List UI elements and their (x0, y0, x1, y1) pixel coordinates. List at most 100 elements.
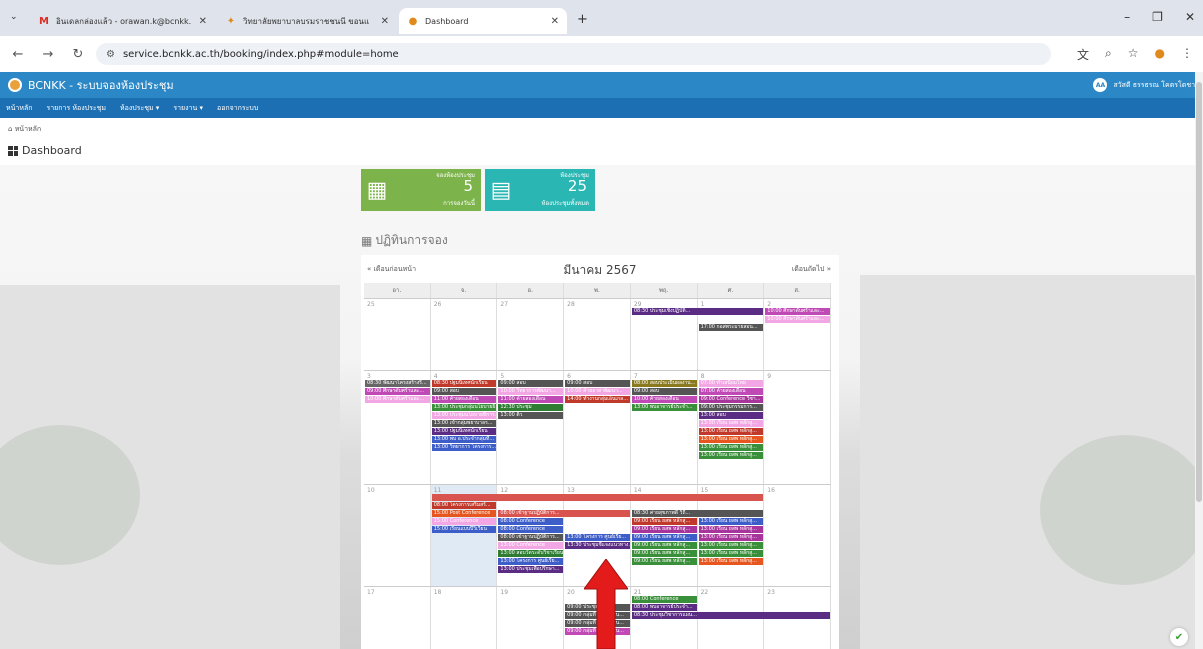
calendar-event[interactable]: 10:00 ศึกษาดับศร้าและ... (765, 316, 830, 323)
calendar-event[interactable]: 13:00 โครงการ ศูนย์เรีย... (498, 558, 564, 565)
menu-rooms[interactable]: ห้องประชุม ▾ (120, 103, 159, 114)
bookmark-star-icon[interactable]: ☆ (1128, 46, 1139, 63)
stat-bookings-today[interactable]: ▦ จองห้องประชุม 5 การจองวันนี้ (361, 169, 481, 211)
calendar-event[interactable]: 09:00 ประชุมกรรมการ... (698, 404, 764, 411)
calendar-event[interactable]: 13:00 ประชุมเพื่อปรึกษา... (498, 566, 564, 573)
calendar-event[interactable]: 09:00 สอบ (498, 380, 564, 387)
tab-college[interactable]: ✦ วิทยาลัยพยาบาลบรมราชชนนี ขอนแ ✕ (217, 8, 397, 34)
security-shield-icon[interactable]: ✔ (1170, 628, 1188, 646)
calendar-event[interactable]: 07:00 ค้ายสองเดือน (698, 388, 764, 395)
calendar-event[interactable]: 10:00 ศึกษาดับศร้าและ... (765, 308, 830, 315)
breadcrumb-home[interactable]: หน้าหลัก (15, 125, 41, 133)
calendar-event[interactable]: 08:00 เข้าฐานปฏิบัติการ... (498, 510, 630, 517)
user-menu[interactable]: AA สวัสดี ธรรธรณ โคตรโตชา (1093, 78, 1195, 92)
calendar-event[interactable]: 08:00 Conference (631, 596, 697, 603)
day-cell[interactable]: 16 (764, 485, 831, 586)
stat-rooms-total[interactable]: ▤ ห้องประชุม 25 ห้องประชุมทั้งหมด (485, 169, 595, 211)
calendar-event[interactable]: 17:00 กอสพระมายสอน... (698, 324, 764, 331)
calendar-event[interactable]: 13:00 เรียน ยสพ หลักสู... (698, 542, 764, 549)
close-window-icon[interactable]: ✕ (1185, 10, 1195, 24)
forward-icon[interactable]: → (36, 47, 60, 62)
calendar-event[interactable] (431, 494, 764, 501)
calendar-event[interactable]: 13:00 เรียน ยสพ หลักสู... (698, 452, 764, 459)
calendar-event[interactable]: 13:00 สอบวัดระดับวิชาเรียน (498, 550, 564, 557)
calendar-event[interactable]: 11:00 ค้ายสองเดือน (498, 396, 564, 403)
calendar-event[interactable]: 09:00 สอบ (631, 388, 697, 395)
calendar-event[interactable]: 13:00 ติว (498, 412, 564, 419)
calendar-event[interactable]: 15:00 เรียนแบบปีวิเวียน (431, 526, 497, 533)
calendar-event[interactable]: 08:30 ค่ายสุขภาพดี วิถี... (631, 510, 764, 517)
calendar-event[interactable]: 09:00 Conference วิชา... (698, 396, 764, 403)
calendar-event[interactable]: 09:00 เรียน ยสพ หลักสู... (631, 550, 697, 557)
calendar-event[interactable]: 09:00 ศึกษาดับศร้าและ... (365, 388, 430, 395)
calendar-event[interactable]: 12:30 ประชุม (498, 404, 564, 411)
calendar-event[interactable]: 08:00 Conference (498, 518, 564, 525)
calendar-event[interactable]: 13:00 เรียน ยสพ หลักสู... (698, 444, 764, 451)
calendar-event[interactable]: 13:00 เรียน ยสพ หลักสู... (698, 428, 764, 435)
calendar-event[interactable]: 14:00 ทำงานกลุ่มเอ็นเกล... (565, 396, 630, 403)
calendar-event[interactable]: 15:00 Conference (431, 518, 497, 525)
calendar-event[interactable]: 11:00 ค้ายสองเดือน (431, 396, 497, 403)
close-tab-icon[interactable]: ✕ (199, 16, 207, 27)
calendar-event[interactable]: 07:00 ทำเสนียมไทย (698, 380, 764, 387)
reload-icon[interactable]: ↻ (66, 47, 90, 62)
calendar-event[interactable]: 09:00 เรียน ยสพ หลักสู... (631, 518, 697, 525)
calendar-event[interactable]: 08:30 ประชุมวิชาการแผน... (631, 612, 830, 619)
day-cell[interactable]: 9 (764, 371, 831, 484)
calendar-event[interactable]: 13:00 เรียน ยสพ หลักสู... (698, 526, 764, 533)
calendar-event[interactable]: 08:00 เข้าฐานปฏิบัติการ... (498, 534, 564, 541)
calendar-event[interactable]: 13:00 โครงการ ศูนย์เรีย... (565, 534, 630, 541)
logo[interactable] (8, 78, 22, 92)
calendar-event[interactable]: 13:00 เรียน ยสพ หลักสู... (698, 420, 764, 427)
calendar-event[interactable]: 08:00 พบอาจารย์ประจำ... (631, 604, 697, 611)
close-tab-icon[interactable]: ✕ (381, 16, 389, 27)
calendar-event[interactable]: 13:00 ปฐมนิเทศนักเรียน (431, 428, 497, 435)
calendar-event[interactable]: 10:00 ศึกษาดับศร้าและ... (365, 396, 430, 403)
calendar-event[interactable]: 13:00 เรียน ยสพ หลักสู... (698, 558, 764, 565)
calendar-event[interactable]: 09:00 เรียน ยสพ หลักสู... (631, 542, 697, 549)
calendar-event[interactable]: 13:00 เข้ากลุ่มพยาบาลร... (431, 420, 497, 427)
calendar-event[interactable]: 15:00 Post Conference (431, 510, 497, 517)
calendar-event[interactable]: 08:30 ปฐมนิเทศนักเรียน (431, 380, 497, 387)
menu-kebab-icon[interactable]: ⋮ (1181, 46, 1193, 63)
calendar-event[interactable]: 10:00 วิทยาการพัฒนา... (498, 388, 564, 395)
minimize-icon[interactable]: – (1124, 10, 1130, 24)
calendar-event[interactable]: 08:00 สอบประเมินผลงาน... (631, 380, 697, 387)
close-tab-icon[interactable]: ✕ (551, 16, 559, 27)
page-scrollbar[interactable] (1195, 72, 1203, 649)
calendar-event[interactable]: 13:00 เรียน ยสพ หลักสู... (698, 518, 764, 525)
back-icon[interactable]: ← (6, 47, 30, 62)
calendar-event[interactable]: 13:00 เรียน ยสพ หลักสู... (698, 534, 764, 541)
extension-icon[interactable]: ● (1155, 46, 1165, 63)
day-cell[interactable]: 10 (364, 485, 431, 586)
calendar-event[interactable]: 10:00 ค้ายสองเดือน (631, 396, 697, 403)
day-cell[interactable]: 28 (564, 299, 631, 370)
tab-list-icon[interactable]: ⌄ (10, 12, 18, 22)
calendar-event[interactable]: 08:30 ประชุมเชิงปฏิบัติ... (631, 308, 764, 315)
calendar-event[interactable]: 08:30 พัฒนาโครงสร้างรี... (365, 380, 430, 387)
calendar-event[interactable]: 13:00 สอบ (698, 412, 764, 419)
calendar-event[interactable]: 13:00 ประชุมกลุ่มนโยบายธิ... (431, 404, 497, 411)
menu-room-list[interactable]: รายการ ห้องประชุม (46, 103, 106, 114)
calendar-event[interactable]: 09:00 สอบ (431, 388, 497, 395)
calendar-event[interactable]: 09:00 เรียน ยสพ หลักสู... (631, 526, 697, 533)
new-tab-button[interactable]: + (577, 12, 588, 27)
tab-dashboard[interactable]: ● Dashboard ✕ (399, 8, 567, 34)
site-settings-icon[interactable]: ⚙ (106, 49, 115, 60)
calendar-event[interactable]: 13:00 ประชุมนโยบายที่การ... (431, 412, 497, 419)
day-cell[interactable]: 17 (364, 587, 431, 649)
day-cell[interactable]: 27 (497, 299, 565, 370)
calendar-event[interactable]: 10:00 ค้ายอาสาพัฒนา... (565, 388, 630, 395)
restore-icon[interactable]: ❐ (1152, 10, 1163, 24)
day-cell[interactable]: 19 (497, 587, 565, 649)
calendar-event[interactable]: 08:00 Conference (498, 526, 564, 533)
translate-icon[interactable]: 文 (1077, 46, 1089, 63)
calendar-event[interactable]: 13:00 เรียน ยสพ หลักสู... (698, 436, 764, 443)
calendar-event[interactable]: 13:00 Conference (498, 542, 564, 549)
tab-gmail[interactable]: M อินเดลกล่องแล้ว - orawan.k@bcnkk. ✕ (30, 8, 215, 34)
url-bar[interactable]: ⚙ service.bcnkk.ac.th/booking/index.php#… (96, 43, 1051, 65)
calendar-event[interactable]: 08:00 โครงการเสริมสร้... (431, 502, 497, 509)
calendar-event[interactable]: 13:30 ประชุมชี้แจงแนวทาง... (565, 542, 630, 549)
calendar-event[interactable]: 13:00 วิทยาการ โครงการ... (431, 444, 497, 451)
calendar-event[interactable]: 13:00 พบ อ.ประจำกลุ่มที... (431, 436, 497, 443)
